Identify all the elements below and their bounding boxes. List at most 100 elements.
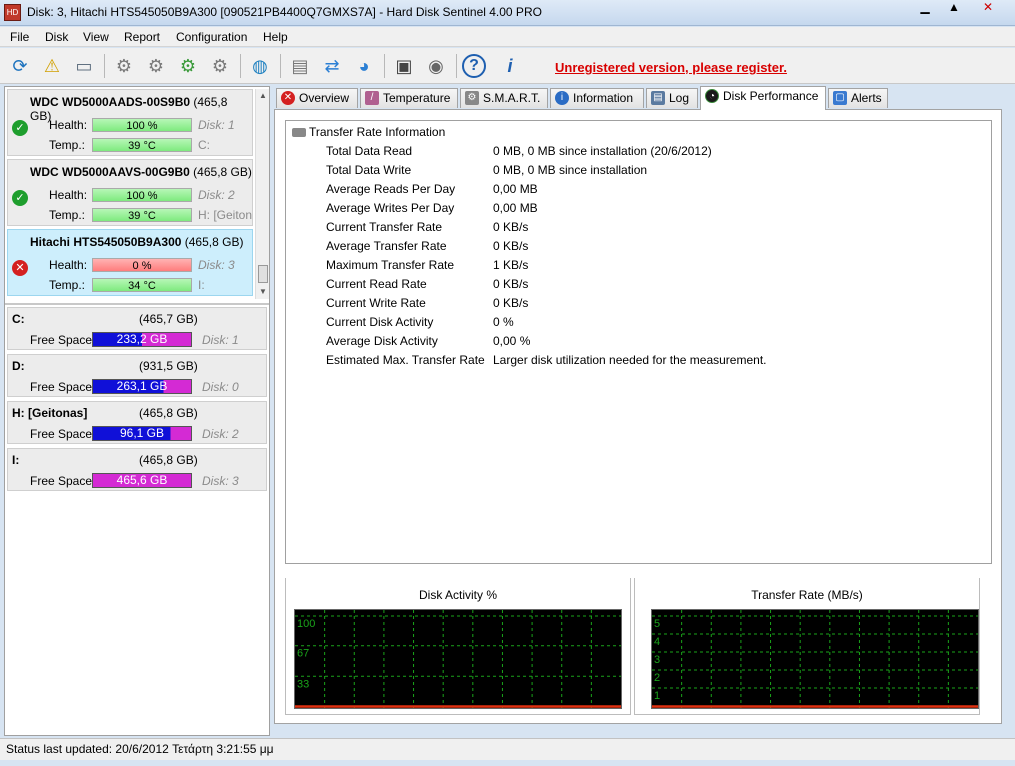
tab-temperature[interactable]: / Temperature xyxy=(360,88,458,108)
close-button[interactable]: ✕ xyxy=(975,0,1001,16)
hds-app-icon[interactable]: HD xyxy=(4,4,21,21)
volume-card[interactable]: C: (465,7 GB) Free Space 233,2 GB Disk: … xyxy=(7,307,267,350)
health-label: Health: xyxy=(49,258,88,272)
volume-name: C: xyxy=(12,312,25,326)
scroll-up-icon[interactable]: ▲ xyxy=(259,91,267,100)
volume-card[interactable]: I: (465,8 GB) Free Space 465,6 GB Disk: … xyxy=(7,448,267,491)
network-icon[interactable]: ◕ xyxy=(350,52,378,80)
partition-label: H: [Geiton xyxy=(198,208,253,222)
globe-icon[interactable]: ◍ xyxy=(246,52,274,80)
info-value: 0 % xyxy=(493,315,514,329)
temp-bar: 39 °C xyxy=(92,138,192,152)
info-value: 0,00 MB xyxy=(493,201,538,215)
transfer-rate-chart: 5 4 3 2 1 xyxy=(651,609,979,709)
register-link[interactable]: Unregistered version, please register. xyxy=(555,60,787,75)
chart-tick-label: 67 xyxy=(297,648,309,660)
tab-log[interactable]: ▤ Log xyxy=(646,88,698,108)
menu-report[interactable]: Report xyxy=(124,30,160,44)
disk-card-selected[interactable]: Hitachi HTS545050B9A300 (465,8 GB) ✕ Hea… xyxy=(7,229,253,296)
refresh-icon[interactable]: ⟳ xyxy=(6,52,34,80)
disk-activity-chart-group: Disk Activity % 100 67 33 xyxy=(285,578,631,715)
disk-number: Disk: 1 xyxy=(198,118,235,132)
volume-size: (465,8 GB) xyxy=(139,406,198,420)
title-bar: HD Disk: 3, Hitachi HTS545050B9A300 [090… xyxy=(0,0,1015,26)
scroll-thumb[interactable] xyxy=(258,265,268,283)
help-icon[interactable]: ? xyxy=(462,54,486,78)
error-icon: ✕ xyxy=(281,91,295,105)
info-label: Average Reads Per Day xyxy=(326,182,456,196)
health-bar: 100 % xyxy=(92,188,192,202)
test-disk-3-icon[interactable]: ⚙ xyxy=(206,52,234,80)
free-space-bar: 263,1 GB xyxy=(92,379,192,394)
info-value: 0 KB/s xyxy=(493,277,529,291)
volume-card[interactable]: D: (931,5 GB) Free Space 263,1 GB Disk: … xyxy=(7,354,267,397)
info-icon[interactable]: i xyxy=(496,52,524,80)
status-error-icon: ✕ xyxy=(12,260,28,276)
status-ok-icon: ✓ xyxy=(12,190,28,206)
disk-card[interactable]: WDC WD5000AAVS-00G9B0 (465,8 GB) ✓ Healt… xyxy=(7,159,253,226)
info-label: Current Transfer Rate xyxy=(326,220,443,234)
sound-icon[interactable]: ◉ xyxy=(422,52,450,80)
temp-label: Temp.: xyxy=(49,278,86,292)
health-label: Health: xyxy=(49,118,88,132)
info-label: Total Data Write xyxy=(326,163,412,177)
alerts-icon: ▢ xyxy=(833,91,847,105)
warning-icon[interactable]: ⚠ xyxy=(38,52,66,80)
info-value: 0,00 MB xyxy=(493,182,538,196)
volume-card[interactable]: H: [Geitonas] (465,8 GB) Free Space 96,1… xyxy=(7,401,267,444)
info-label: Current Write Rate xyxy=(326,296,426,310)
menu-configuration[interactable]: Configuration xyxy=(176,30,247,44)
tab-alerts[interactable]: ▢ Alerts xyxy=(828,88,888,108)
menu-view[interactable]: View xyxy=(83,30,109,44)
tab-overview[interactable]: ✕ Overview xyxy=(276,88,358,108)
status-text: Status last updated: 20/6/2012 Τετάρτη 3… xyxy=(6,742,274,756)
tab-information[interactable]: i Information xyxy=(550,88,644,108)
window-title: Disk: 3, Hitachi HTS545050B9A300 [090521… xyxy=(27,5,542,19)
info-label: Average Disk Activity xyxy=(326,334,438,348)
free-space-label: Free Space xyxy=(30,474,93,488)
disk-model: WDC WD5000AADS-00S9B0 xyxy=(30,95,191,109)
disk-number: Disk: 2 xyxy=(198,188,235,202)
volume-disk-number: Disk: 3 xyxy=(202,474,239,488)
volume-disk-number: Disk: 2 xyxy=(202,427,239,441)
tab-smart[interactable]: ⚙ S.M.A.R.T. xyxy=(460,88,548,108)
info-value: 1 KB/s xyxy=(493,258,529,272)
chart-tick-label: 33 xyxy=(297,678,309,690)
info-value: Larger disk utilization needed for the m… xyxy=(493,353,767,367)
sync-icon[interactable]: ⇄ xyxy=(318,52,346,80)
info-label: Maximum Transfer Rate xyxy=(326,258,455,272)
report-icon[interactable]: ▤ xyxy=(286,52,314,80)
scroll-down-icon[interactable]: ▼ xyxy=(259,287,267,296)
minimize-button[interactable]: ▁ xyxy=(912,0,938,16)
chart-tick-label: 2 xyxy=(654,672,660,684)
tab-disk-performance[interactable]: ◔ Disk Performance xyxy=(700,86,826,110)
volume-disk-number: Disk: 0 xyxy=(202,380,239,394)
menu-disk[interactable]: Disk xyxy=(45,30,68,44)
test-disk-ok-icon[interactable]: ⚙ xyxy=(174,52,202,80)
chart-tick-label: 4 xyxy=(654,636,660,648)
disk-performance-panel: Transfer Rate Information Total Data Rea… xyxy=(274,109,1002,724)
transfer-rate-chart-group: Transfer Rate (MB/s) 5 4 3 2 1 xyxy=(634,578,980,715)
info-value: 0,00 % xyxy=(493,334,531,348)
info-label: Total Data Read xyxy=(326,144,413,158)
disk-card[interactable]: WDC WD5000AADS-00S9B0 (465,8 GB) ✓ Healt… xyxy=(7,89,253,156)
test-disk-2-icon[interactable]: ⚙ xyxy=(142,52,170,80)
pane-divider[interactable] xyxy=(5,303,269,305)
transfer-info-box: Transfer Rate Information Total Data Rea… xyxy=(285,120,992,564)
disk-icon[interactable]: ▭ xyxy=(70,52,98,80)
menu-file[interactable]: File xyxy=(10,30,29,44)
monitor-icon[interactable]: ▣ xyxy=(390,52,418,80)
disk-list-scrollbar[interactable]: ▲ ▼ xyxy=(255,89,269,299)
temp-label: Temp.: xyxy=(49,138,86,152)
maximize-button[interactable]: ▲ xyxy=(941,0,967,16)
free-space-label: Free Space xyxy=(30,380,93,394)
volume-name: I: xyxy=(12,453,20,467)
menu-help[interactable]: Help xyxy=(263,30,288,44)
tab-strip: ✕ Overview / Temperature ⚙ S.M.A.R.T. i Info… xyxy=(274,86,1010,110)
health-bar: 0 % xyxy=(92,258,192,272)
partition-label: I: xyxy=(198,278,205,292)
disk-number: Disk: 3 xyxy=(198,258,235,272)
test-disk-icon[interactable]: ⚙ xyxy=(110,52,138,80)
disk-model: WDC WD5000AAVS-00G9B0 xyxy=(30,165,190,179)
chart-svg: 5 4 3 2 1 xyxy=(652,610,978,708)
